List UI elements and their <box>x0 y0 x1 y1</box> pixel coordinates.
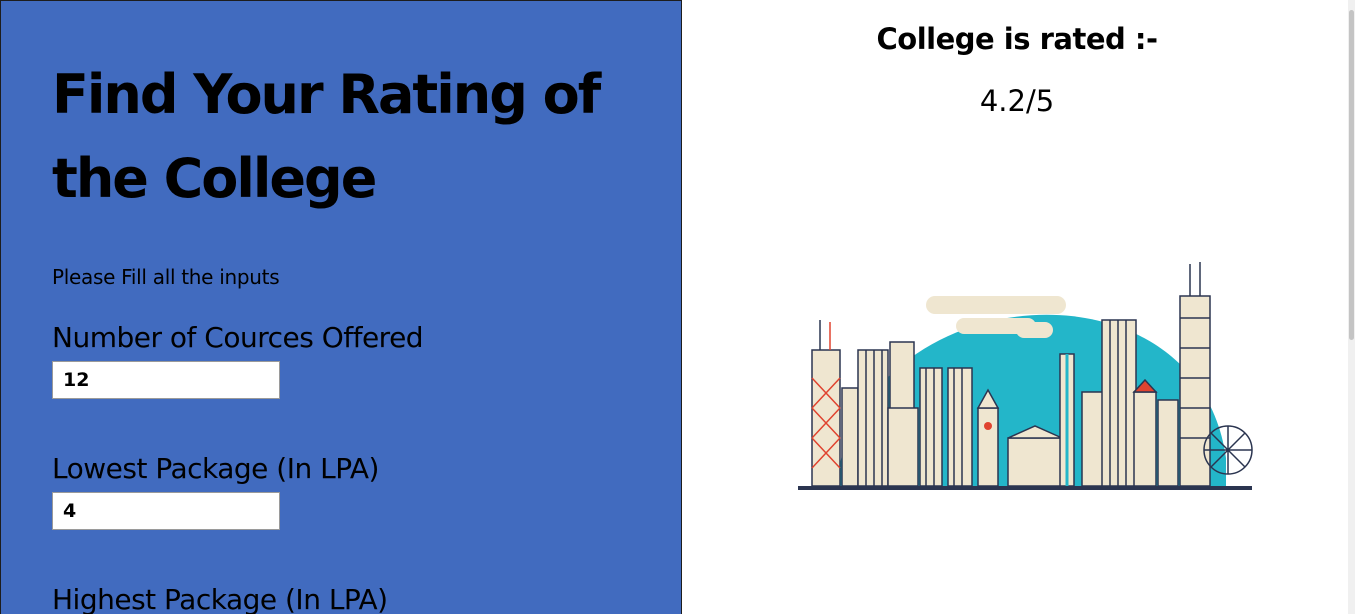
courses-input[interactable] <box>52 361 280 399</box>
rating-value: 4.2/5 <box>979 84 1055 118</box>
lowest-package-label: Lowest Package (In LPA) <box>52 452 379 485</box>
scrollbar-thumb[interactable] <box>1349 10 1354 340</box>
result-heading: College is rated :- <box>876 22 1158 56</box>
lowest-package-input[interactable] <box>52 492 280 530</box>
vertical-scrollbar[interactable] <box>1348 0 1355 614</box>
input-panel: Find Your Rating of the College Please F… <box>0 0 682 614</box>
page-title: Find Your Rating of the College <box>52 63 601 210</box>
highest-package-label: Highest Package (In LPA) <box>52 583 388 614</box>
ferris-wheel <box>1203 425 1253 475</box>
courses-label: Number of Cources Offered <box>52 321 424 354</box>
instructions-text: Please Fill all the inputs <box>52 265 280 289</box>
city-skyline-illustration <box>798 262 1253 490</box>
